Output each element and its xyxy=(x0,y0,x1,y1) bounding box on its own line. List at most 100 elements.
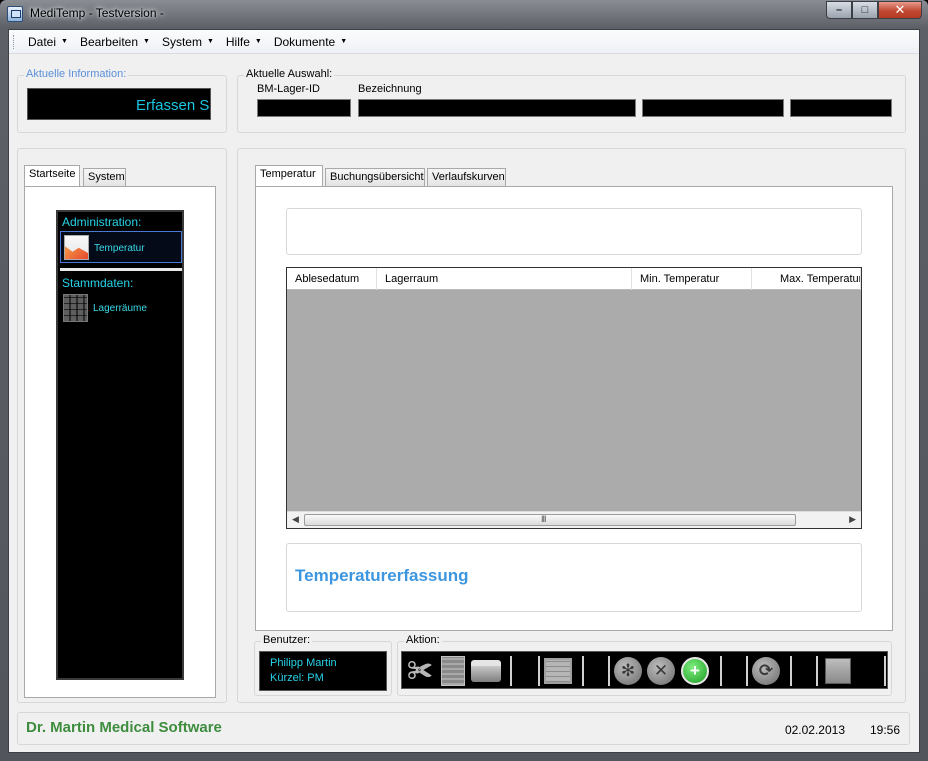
menu-system[interactable]: System ▼ xyxy=(156,31,220,53)
table-icon xyxy=(544,658,572,684)
action-toolbar: ✀ ✻ ✕ + ⟳ xyxy=(401,651,888,689)
tab-temperatur[interactable]: Temperatur xyxy=(255,165,323,186)
toolbar-separator xyxy=(510,656,512,686)
column-header-ablesedatum[interactable]: Ablesedatum xyxy=(287,268,377,290)
menu-grip[interactable] xyxy=(13,34,16,49)
info-ticker-text: Erfassen Si xyxy=(136,97,211,114)
table-button[interactable] xyxy=(542,655,574,687)
menu-label: Datei xyxy=(28,34,57,49)
temperature-grid[interactable]: Ablesedatum Lagerraum Min. Temperatur Ma… xyxy=(286,267,862,529)
column-header-lagerraum[interactable]: Lagerraum xyxy=(377,268,632,290)
top-info-box xyxy=(286,208,862,255)
tab-verlaufskurven[interactable]: Verlaufskurven xyxy=(427,168,506,186)
horizontal-scrollbar[interactable]: ◀ III ▶ xyxy=(287,511,861,528)
caret-down-icon: ▼ xyxy=(143,38,150,45)
nav-item-label: Lagerräume xyxy=(93,303,147,314)
menu-label: Bearbeiten xyxy=(79,34,138,49)
column-header-max-temperatur[interactable]: Max. Temperatur xyxy=(772,268,861,290)
settings-button[interactable]: ✻ xyxy=(612,655,644,687)
scroll-thumb[interactable]: III xyxy=(304,514,796,526)
toolbar-separator xyxy=(816,656,818,686)
column-header-min-temperatur[interactable]: Min. Temperatur xyxy=(632,268,752,290)
add-button[interactable]: + xyxy=(679,655,711,687)
caption-box: Temperaturerfassung xyxy=(286,543,862,612)
caret-down-icon: ▼ xyxy=(61,38,68,45)
info-ticker: Erfassen Si xyxy=(27,88,211,120)
nav-item-label: Temperatur xyxy=(94,243,145,254)
toolbar-separator xyxy=(790,656,792,686)
maximize-button[interactable]: □ xyxy=(852,1,878,19)
bm-lager-id-field xyxy=(257,99,351,117)
window-controls: – □ ✕ xyxy=(826,1,922,19)
nav-divider xyxy=(60,268,182,271)
current-info-legend: Aktuelle Information: xyxy=(24,68,129,80)
current-info-group: Aktuelle Information: Erfassen Si xyxy=(17,68,227,133)
close-button[interactable]: ✕ xyxy=(878,1,922,19)
navigation-panel: Administration: Temperatur Stammdaten: L… xyxy=(56,210,184,680)
toolbar-separator xyxy=(608,656,610,686)
toolbar-separator xyxy=(582,656,584,686)
caret-down-icon: ▼ xyxy=(206,38,214,45)
plus-icon: + xyxy=(681,657,709,685)
nav-item-temperatur[interactable]: Temperatur xyxy=(60,231,182,263)
scroll-left-icon[interactable]: ◀ xyxy=(292,514,299,525)
action-legend: Aktion: xyxy=(404,634,442,646)
toolbar-separator xyxy=(720,656,722,686)
window-title: MediTemp - Testversion - xyxy=(30,6,164,20)
bm-lager-id-label: BM-Lager-ID xyxy=(257,83,320,95)
tab-startseite[interactable]: Startseite xyxy=(24,165,80,186)
app-icon[interactable] xyxy=(7,6,23,22)
title-bar[interactable]: MediTemp - Testversion - – □ ✕ xyxy=(0,0,928,28)
menu-label: Hilfe xyxy=(225,34,250,49)
toolbar-separator xyxy=(884,656,886,686)
document-button[interactable] xyxy=(437,655,469,687)
app-window: MediTemp - Testversion - – □ ✕ Datei ▼ Be… xyxy=(0,0,928,761)
nav-heading-administration: Administration: xyxy=(62,215,142,229)
minimize-button[interactable]: – xyxy=(826,1,852,19)
user-display: Philipp Martin Kürzel: PM xyxy=(259,651,387,691)
user-legend: Benutzer: xyxy=(261,634,313,646)
toolbar-separator xyxy=(746,656,748,686)
status-date: 02.02.2013 xyxy=(784,723,845,737)
nav-heading-stammdaten: Stammdaten: xyxy=(62,276,134,290)
section-caption: Temperaturerfassung xyxy=(295,566,469,585)
selection-field-3 xyxy=(642,99,784,117)
current-selection-group: Aktuelle Auswahl: BM-Lager-ID Bezeichnun… xyxy=(237,68,906,133)
grip-icon: III xyxy=(541,514,546,524)
print-button[interactable] xyxy=(470,655,502,687)
caret-down-icon: ▼ xyxy=(254,38,262,45)
gear-icon: ✻ xyxy=(614,657,642,685)
grid-header: Ablesedatum Lagerraum Min. Temperatur Ma… xyxy=(287,268,861,290)
bezeichnung-field xyxy=(358,99,636,117)
nav-item-lagerraeume[interactable]: Lagerräume xyxy=(60,292,182,324)
refresh-button[interactable]: ⟳ xyxy=(750,655,782,687)
tab-buchungsuebersicht[interactable]: Buchungsübersicht xyxy=(325,168,425,186)
user-short: Kürzel: PM xyxy=(270,672,324,684)
tab-system[interactable]: System xyxy=(83,168,126,186)
temperature-chart-icon xyxy=(64,235,89,260)
toolbar-separator xyxy=(538,656,540,686)
menu-bearbeiten[interactable]: Bearbeiten ▼ xyxy=(74,31,156,53)
delete-button[interactable]: ✕ xyxy=(645,655,677,687)
tools-button[interactable]: ✀ xyxy=(404,655,436,687)
refresh-icon: ⟳ xyxy=(752,657,780,685)
floppy-disk-icon xyxy=(825,658,851,684)
user-name: Philipp Martin xyxy=(270,657,337,669)
menu-datei[interactable]: Datei ▼ xyxy=(22,31,74,53)
menu-label: Dokumente xyxy=(273,34,336,49)
menu-label: System xyxy=(161,34,202,49)
bezeichnung-label: Bezeichnung xyxy=(358,83,422,95)
tools-icon: ✀ xyxy=(407,655,433,685)
menu-hilfe[interactable]: Hilfe ▼ xyxy=(220,31,268,53)
caret-down-icon: ▼ xyxy=(340,38,348,45)
selection-field-4 xyxy=(790,99,892,117)
close-icon: ✕ xyxy=(647,657,675,685)
status-time: 19:56 xyxy=(869,723,900,737)
menu-dokumente[interactable]: Dokumente ▼ xyxy=(268,31,353,53)
menu-bar: Datei ▼ Bearbeiten ▼ System ▼ Hilfe ▼ Dokume… xyxy=(9,30,919,54)
storage-rack-icon xyxy=(63,294,88,322)
current-selection-legend: Aktuelle Auswahl: xyxy=(244,68,335,80)
scroll-right-icon[interactable]: ▶ xyxy=(849,514,856,525)
status-bar: Dr. Martin Medical Software 02.02.2013 1… xyxy=(17,712,910,745)
save-button[interactable] xyxy=(822,655,854,687)
